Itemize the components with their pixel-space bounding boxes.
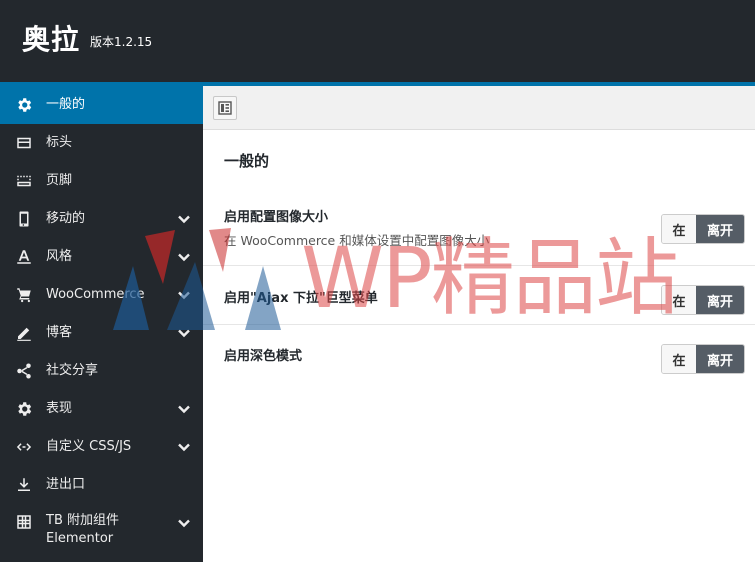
- sidebar-item-social-share[interactable]: 社交分享: [0, 352, 203, 390]
- option-label: 启用配置图像大小: [224, 210, 329, 225]
- option-description: 在 WooCommerce 和媒体设置中配置图像大小: [224, 233, 490, 248]
- sidebar-item-label: WooCommerce: [46, 287, 145, 302]
- app-header: 奥拉 版本1.2.15: [0, 0, 755, 82]
- ajax-megamenu-toggle[interactable]: 在 离开: [661, 285, 745, 315]
- footer-icon: [14, 171, 34, 191]
- sidebar-item-label: 风格: [46, 249, 73, 264]
- header-icon: [14, 133, 34, 153]
- sidebar-item-label: 博客: [46, 325, 73, 340]
- sidebar-item-label: 社交分享: [46, 363, 99, 378]
- mobile-icon: [14, 209, 34, 229]
- toggle-on-button[interactable]: 在: [662, 286, 696, 314]
- layout-toggle-button[interactable]: [213, 96, 237, 120]
- option-label: 启用深色模式: [224, 349, 303, 364]
- option-label: 启用"Ajax 下拉"巨型菜单: [224, 291, 378, 306]
- sidebar-item-footer[interactable]: 页脚: [0, 162, 203, 200]
- sidebar-item-label: 一般的: [46, 97, 86, 112]
- sidebar-item-header[interactable]: 标头: [0, 124, 203, 162]
- toggle-off-button[interactable]: 离开: [696, 215, 744, 243]
- dark-mode-toggle[interactable]: 在 离开: [661, 344, 745, 374]
- sidebar-item-import-export[interactable]: 进出口: [0, 466, 203, 504]
- sidebar-item-label: 移动的: [46, 211, 86, 226]
- chevron-down-icon: [177, 440, 191, 454]
- image-sizes-toggle[interactable]: 在 离开: [661, 214, 745, 244]
- sidebar-item-label-line1: TB 附加组件: [46, 513, 119, 528]
- sidebar-item-label: 自定义 CSS/JS: [46, 439, 132, 454]
- sidebar-item-label-line2: Elementor: [46, 531, 114, 546]
- download-icon: [14, 475, 34, 495]
- sidebar-item-label: 标头: [46, 135, 73, 150]
- chevron-down-icon: [177, 212, 191, 226]
- chevron-down-icon: [177, 516, 191, 530]
- sidebar-item-performance[interactable]: 表现: [0, 390, 203, 428]
- grid-icon: [14, 512, 34, 532]
- sidebar-item-label: 页脚: [46, 173, 73, 188]
- option-row: 启用"Ajax 下拉"巨型菜单 在 离开: [203, 266, 755, 325]
- sidebar-item-general[interactable]: 一般的: [0, 86, 203, 124]
- gear-icon: [14, 399, 34, 419]
- brand-title: 奥拉: [22, 23, 81, 56]
- layout-icon: [218, 101, 232, 115]
- cart-icon: [14, 285, 34, 305]
- share-icon: [14, 361, 34, 381]
- toggle-on-button[interactable]: 在: [662, 345, 696, 373]
- sidebar-item-blog[interactable]: 博客: [0, 314, 203, 352]
- sidebar: 一般的 标头 页脚 移动的 风格 WooCommerce 博客 社交分享 表现 …: [0, 86, 203, 562]
- sidebar-item-mobile[interactable]: 移动的: [0, 200, 203, 238]
- sidebar-item-custom-css-js[interactable]: 自定义 CSS/JS: [0, 428, 203, 466]
- toggle-off-button[interactable]: 离开: [696, 345, 744, 373]
- sidebar-item-label: 表现: [46, 401, 73, 416]
- sidebar-item-label: TB 附加组件 Elementor: [46, 512, 119, 548]
- sidebar-item-style[interactable]: 风格: [0, 238, 203, 276]
- chevron-down-icon: [177, 326, 191, 340]
- option-row: 启用配置图像大小 在 WooCommerce 和媒体设置中配置图像大小 在 离开: [203, 198, 755, 266]
- pencil-icon: [14, 323, 34, 343]
- text-style-icon: [14, 247, 34, 267]
- sidebar-item-label: 进出口: [46, 477, 86, 492]
- chevron-down-icon: [177, 402, 191, 416]
- toggle-off-button[interactable]: 离开: [696, 286, 744, 314]
- gear-icon: [14, 95, 34, 115]
- sidebar-item-woocommerce[interactable]: WooCommerce: [0, 276, 203, 314]
- option-row: 启用深色模式 在 离开: [203, 325, 755, 385]
- code-icon: [14, 437, 34, 457]
- version-label: 版本1.2.15: [90, 35, 153, 49]
- chevron-down-icon: [177, 250, 191, 264]
- section-title: 一般的: [224, 152, 270, 170]
- sidebar-item-tb-addons[interactable]: TB 附加组件 Elementor: [0, 504, 203, 548]
- toolbar: [203, 86, 755, 130]
- main-panel: 一般的 启用配置图像大小 在 WooCommerce 和媒体设置中配置图像大小 …: [203, 86, 755, 562]
- toggle-on-button[interactable]: 在: [662, 215, 696, 243]
- chevron-down-icon: [177, 288, 191, 302]
